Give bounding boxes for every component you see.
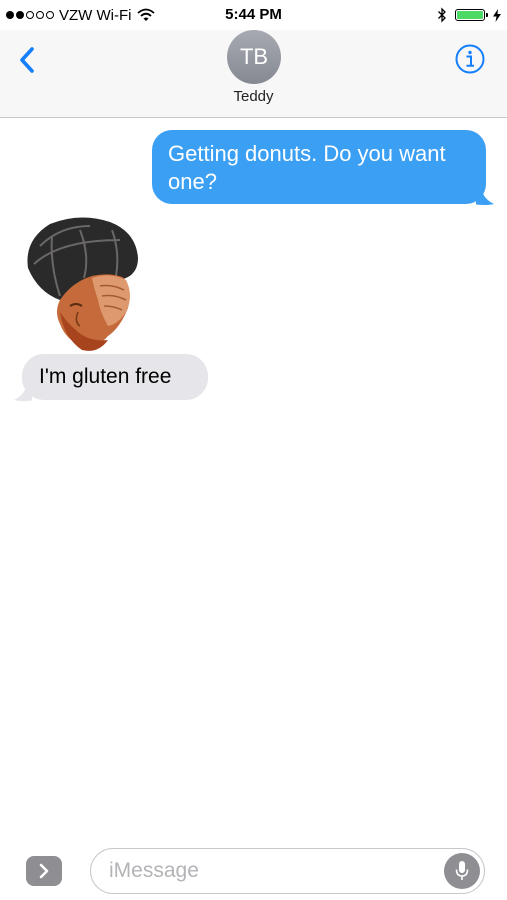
chevron-left-icon — [20, 47, 34, 73]
input-bar: iMessage — [0, 838, 507, 900]
conversation-header: TB Teddy — [0, 30, 507, 118]
battery-icon — [455, 9, 488, 21]
message-placeholder: iMessage — [109, 859, 199, 882]
back-button[interactable] — [14, 44, 40, 76]
bluetooth-icon — [438, 7, 446, 23]
microphone-icon — [455, 861, 469, 880]
avatar-initials: TB — [239, 44, 269, 69]
facepalm-sticker[interactable] — [20, 216, 146, 354]
info-icon[interactable] — [455, 44, 485, 74]
incoming-message-bubble[interactable]: I'm gluten free — [22, 354, 208, 400]
status-time: 5:44 PM — [225, 6, 282, 23]
message-input[interactable]: iMessage — [90, 848, 485, 894]
chevron-right-icon — [39, 863, 49, 879]
message-list[interactable]: Getting donuts. Do you want one? I'm glu… — [0, 118, 507, 838]
expand-apps-button[interactable] — [26, 856, 62, 886]
contact-name[interactable]: Teddy — [0, 88, 507, 105]
outgoing-message-bubble[interactable]: Getting donuts. Do you want one? — [152, 130, 486, 204]
microphone-button[interactable] — [444, 853, 480, 889]
status-right — [437, 6, 501, 24]
contact-avatar[interactable]: TB — [227, 30, 281, 84]
charging-bolt-icon — [493, 8, 501, 22]
status-bar: VZW Wi-Fi 5:44 PM — [0, 0, 507, 30]
battery-level — [457, 11, 483, 19]
bubble-tail — [476, 188, 494, 205]
bubble-tail — [14, 384, 32, 401]
